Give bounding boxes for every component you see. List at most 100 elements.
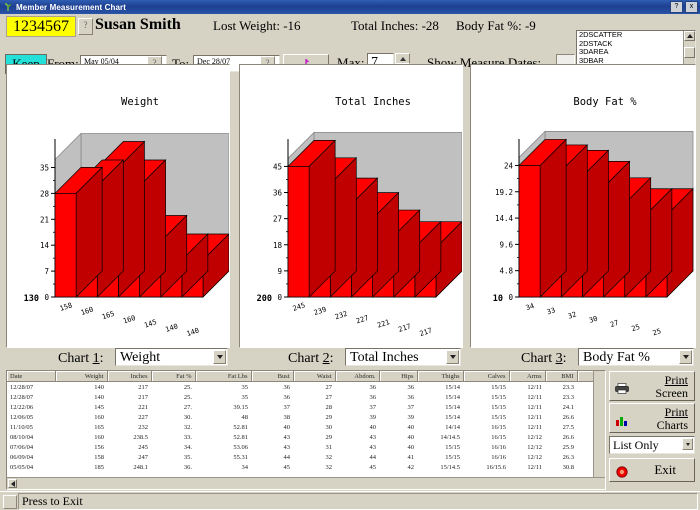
- measurement-table[interactable]: Date Weight Inches Fat % Fat Lbs Bust Waist Abd…: [6, 370, 606, 490]
- status-grip-icon: [3, 495, 17, 509]
- table-column-header[interactable]: Waist: [293, 371, 336, 382]
- x-tick-label: 140: [186, 327, 201, 339]
- table-row[interactable]: 08/10/04 160 238.5 33. 52.81 43 29 43 40 14/14.5 1…: [7, 432, 604, 442]
- table-row[interactable]: 12/28/07 140 217 25. 35 36 27 36 36 15/14 15/15 12/…: [7, 382, 604, 393]
- table-column-header[interactable]: BMI: [545, 371, 578, 382]
- table-cell: 25.9: [562, 443, 574, 451]
- chart-2-label: Chart 2:: [288, 351, 334, 366]
- printer-icon: [615, 381, 629, 399]
- table-vertical-scrollbar[interactable]: [593, 371, 605, 489]
- table-cell: 32: [325, 453, 333, 461]
- print-screen-button[interactable]: Print Screen: [609, 371, 695, 401]
- table-cell: 52.81: [233, 433, 248, 441]
- table-cell: 40: [407, 443, 415, 451]
- member-id-field[interactable]: 1234567: [6, 16, 76, 37]
- table-column-header[interactable]: Thighs: [417, 371, 464, 382]
- table-row[interactable]: 06/09/04 158 247 35. 55.31 44 32 44 41 15/15 16/16…: [7, 452, 604, 462]
- x-tick-label: 33: [546, 306, 556, 316]
- chart-panel-2: Total Inches 0 9 18 27 36 45 200 217 217 221 227 232…: [239, 64, 463, 348]
- table-cell: 23.3: [562, 393, 574, 401]
- y-tick-label: 9.6: [499, 240, 513, 249]
- table-column-header[interactable]: Weight: [55, 371, 108, 382]
- table-row[interactable]: 12/06/05 160 227 30. 48 38 29 39 39 15/14 15/15 12/…: [7, 412, 604, 422]
- table-cell: 36: [407, 393, 415, 401]
- measurement-grid: Date Weight Inches Fat % Fat Lbs Bust Waist Abd…: [7, 371, 605, 472]
- chart-1-combo[interactable]: Weight: [115, 348, 228, 366]
- x-tick-label: 158: [59, 301, 74, 313]
- table-cell: 37: [407, 403, 415, 411]
- table-cell: 45: [369, 463, 377, 471]
- table-cell: 40: [407, 433, 415, 441]
- table-column-header[interactable]: Date: [7, 371, 56, 382]
- member-id-help-button[interactable]: ?: [78, 18, 93, 35]
- table-cell: 33.: [183, 433, 192, 441]
- chevron-down-icon[interactable]: [446, 350, 459, 364]
- table-cell: 26.6: [562, 413, 574, 421]
- close-button[interactable]: x: [685, 1, 698, 13]
- baseline-label: 200: [257, 294, 272, 304]
- table-cell: 15/14: [445, 413, 460, 421]
- chart-3-combo[interactable]: Body Fat %: [578, 348, 694, 366]
- chart-title: Weight: [121, 96, 159, 108]
- exit-label: Exit: [654, 462, 676, 477]
- y-tick-label: 0: [277, 293, 282, 302]
- table-cell: 12/11: [527, 383, 542, 391]
- exit-button[interactable]: Exit: [609, 458, 695, 482]
- x-tick-label: 25: [630, 323, 640, 333]
- chevron-down-icon[interactable]: [213, 350, 226, 364]
- table-column-header[interactable]: Bust: [251, 371, 294, 382]
- table-cell: 158: [94, 453, 104, 461]
- table-row[interactable]: 12/22/06 145 221 27. 39.15 37 28 37 37 15/14 15/15…: [7, 402, 604, 412]
- chevron-down-icon[interactable]: [679, 350, 692, 364]
- table-cell: 39: [407, 413, 415, 421]
- list-mode-combo[interactable]: List Only: [609, 436, 695, 454]
- stat-total-inches: Total Inches: -28: [351, 18, 439, 33]
- table-row[interactable]: 07/06/04 156 245 34. 53.06 43 31 43 40 15/15 16/16…: [7, 442, 604, 452]
- chart-bar: [518, 138, 567, 298]
- scroll-left-icon[interactable]: [8, 479, 17, 488]
- print-charts-button[interactable]: Print Charts: [609, 403, 695, 433]
- table-column-header[interactable]: Abdom.: [335, 371, 380, 382]
- table-column-header[interactable]: Arms: [509, 371, 546, 382]
- table-cell: 30: [325, 423, 333, 431]
- table-row[interactable]: 12/28/07 140 217 25. 35 36 27 36 36 15/14 15/15 12/…: [7, 392, 604, 402]
- scrollbar-thumb[interactable]: [684, 47, 695, 58]
- table-column-header[interactable]: Hips: [379, 371, 418, 382]
- table-cell: 40: [369, 423, 377, 431]
- table-cell: 245: [138, 443, 148, 451]
- table-cell: 221: [138, 403, 148, 411]
- table-cell: 27.: [183, 403, 192, 411]
- table-row[interactable]: 05/05/04 185 248.1 36. 34 45 32 45 42 15/14.5 16/1…: [7, 462, 604, 472]
- table-cell: 160: [94, 413, 104, 421]
- help-button[interactable]: ?: [670, 1, 683, 13]
- table-header-row: Date Weight Inches Fat % Fat Lbs Bust Waist Abd…: [7, 371, 605, 382]
- chevron-down-icon[interactable]: [682, 438, 693, 450]
- table-row[interactable]: 11/10/05 165 232 32. 52.81 40 30 40 40 14/14 16/15…: [7, 422, 604, 432]
- table-cell: 248.1: [133, 463, 148, 471]
- table-cell: 38: [283, 413, 291, 421]
- table-cell: 156: [94, 443, 104, 451]
- table-horizontal-scrollbar[interactable]: [7, 477, 605, 489]
- table-cell: 34: [241, 463, 249, 471]
- chart-2-combo[interactable]: Total Inches: [345, 348, 461, 366]
- table-column-header[interactable]: Fat Lbs: [195, 371, 252, 382]
- list-mode-value: List Only: [613, 438, 659, 452]
- table-cell: 37: [369, 403, 377, 411]
- status-bar: Press to Exit: [0, 491, 700, 510]
- table-column-header[interactable]: Fat %: [151, 371, 196, 382]
- table-column-header[interactable]: Inches: [107, 371, 152, 382]
- table-cell: 15/15: [491, 383, 506, 391]
- table-cell: 06/09/04: [10, 453, 34, 461]
- table-cell: 27: [325, 383, 333, 391]
- table-cell: 28: [325, 403, 333, 411]
- table-cell: 26.3: [562, 453, 574, 461]
- table-cell: 36: [369, 383, 377, 391]
- scroll-up-icon[interactable]: [684, 31, 695, 41]
- x-tick-label: 32: [567, 310, 577, 320]
- y-tick-label: 9: [277, 267, 282, 276]
- table-cell: 32.: [183, 423, 192, 431]
- chart-bar: [287, 139, 336, 298]
- table-column-header[interactable]: Calves: [463, 371, 510, 382]
- table-cell: 43: [283, 433, 291, 441]
- table-cell: 12/11: [527, 423, 542, 431]
